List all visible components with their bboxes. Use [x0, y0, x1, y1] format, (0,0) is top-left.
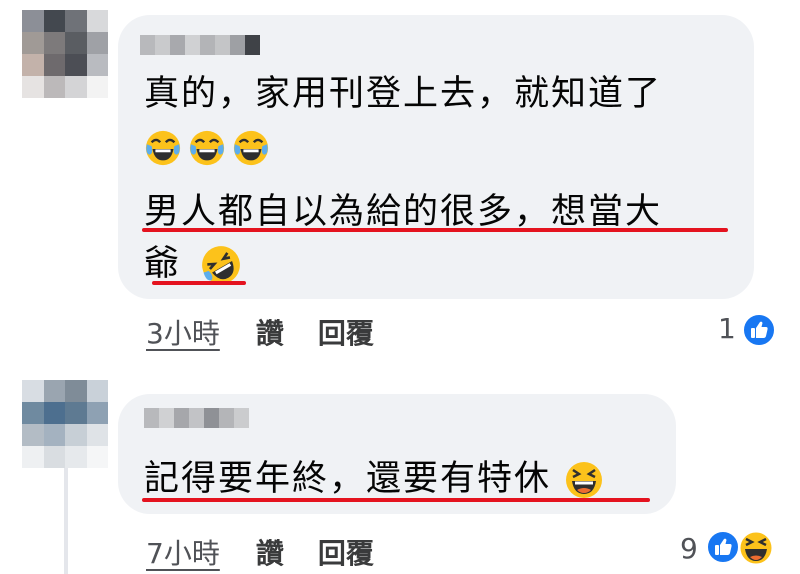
like-button[interactable]: 讚: [256, 532, 284, 572]
like-icon[interactable]: [742, 313, 776, 347]
emoji-row: [144, 129, 270, 167]
joy-emoji: [145, 130, 181, 166]
comment-meta: 7小時 讚 回覆: [146, 532, 408, 572]
comment-text-fragment: 記得要年終，還要有特休: [144, 459, 552, 499]
comment-meta: 3小時 讚 回覆: [146, 312, 408, 352]
timestamp-link[interactable]: 7小時: [146, 532, 220, 572]
reaction-count[interactable]: 9: [680, 532, 698, 565]
comment-text-fragment: 爺: [144, 244, 182, 284]
like-button[interactable]: 讚: [256, 312, 284, 352]
rofl-emoji: [202, 246, 241, 284]
thread-line: [64, 468, 68, 574]
reply-button[interactable]: 回覆: [318, 312, 374, 352]
joy-emoji: [189, 130, 225, 166]
haha-icon[interactable]: [738, 530, 774, 566]
author-name-blurred[interactable]: [140, 35, 260, 55]
author-name-blurred[interactable]: [144, 408, 249, 428]
commenter-avatar[interactable]: [22, 380, 108, 468]
comment-bubble: 記得要年終，還要有特休: [118, 394, 676, 514]
comment-text-line-with-emoji: 記得要年終，還要有特休: [144, 456, 604, 502]
laughing-emoji: [566, 462, 603, 498]
red-underline: [142, 498, 650, 502]
comment-text-line: 真的，家用刊登上去，就知道了: [144, 74, 663, 114]
commenter-avatar[interactable]: [22, 10, 108, 98]
timestamp-link[interactable]: 3小時: [146, 312, 220, 352]
joy-emoji: [233, 130, 269, 166]
reaction-count[interactable]: 1: [718, 312, 736, 345]
like-icon[interactable]: [706, 530, 740, 564]
red-underline: [152, 281, 246, 285]
red-underline: [142, 228, 728, 232]
comment-bubble: 真的，家用刊登上去，就知道了 男人都自以為給的很多，想當大 爺: [118, 15, 754, 299]
reply-button[interactable]: 回覆: [318, 532, 374, 572]
